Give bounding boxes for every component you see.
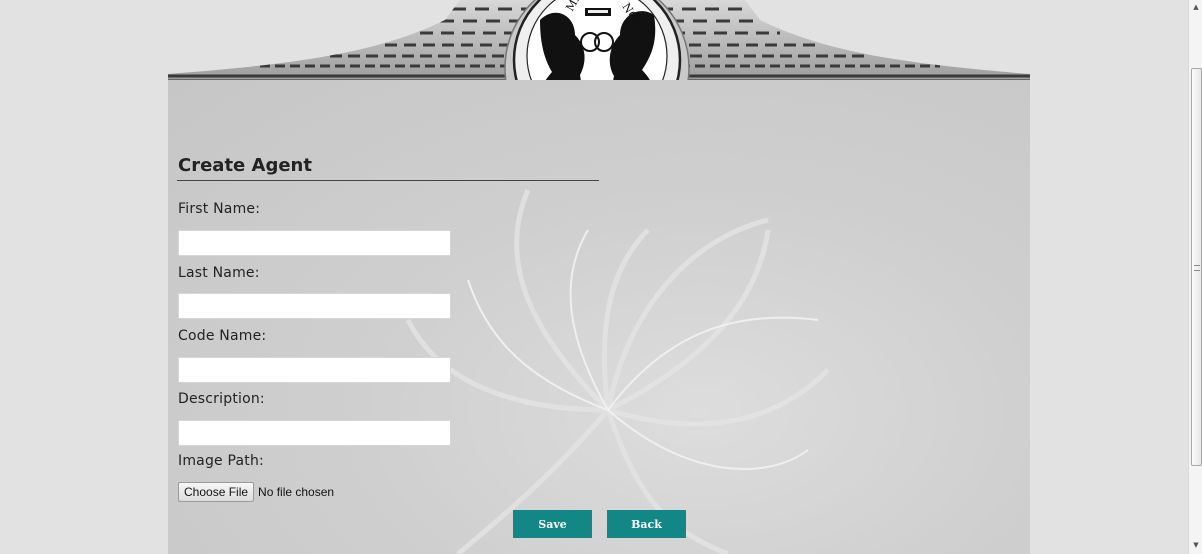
first-name-input[interactable] [178,230,451,256]
description-input[interactable] [178,420,451,446]
code-name-label: Code Name: [178,328,267,344]
grip-icon [1194,265,1200,271]
description-label: Description: [178,391,265,407]
scroll-up-arrow-icon[interactable]: ▲ [1191,2,1201,12]
last-name-input[interactable] [178,293,451,319]
scrollbar-thumb[interactable] [1191,68,1202,466]
file-picker: Choose File No file chosen [178,482,334,502]
page: MIL NCE SECTION 6 Crea [0,0,1202,554]
first-name-label: First Name: [178,201,261,217]
last-name-label: Last Name: [178,265,260,281]
file-status-text: No file chosen [258,485,335,499]
code-name-input[interactable] [178,357,451,383]
image-path-label: Image Path: [178,453,264,469]
form-title: Create Agent [178,155,312,176]
vertical-scrollbar[interactable]: ▲ ▼ [1188,0,1202,554]
form-panel: Create Agent First Name: Last Name: Code… [168,80,1030,554]
scroll-down-arrow-icon[interactable]: ▼ [1191,540,1201,550]
back-button[interactable]: Back [607,510,686,538]
save-button[interactable]: Save [513,510,592,538]
title-divider [177,180,599,181]
choose-file-button[interactable]: Choose File [178,482,255,502]
